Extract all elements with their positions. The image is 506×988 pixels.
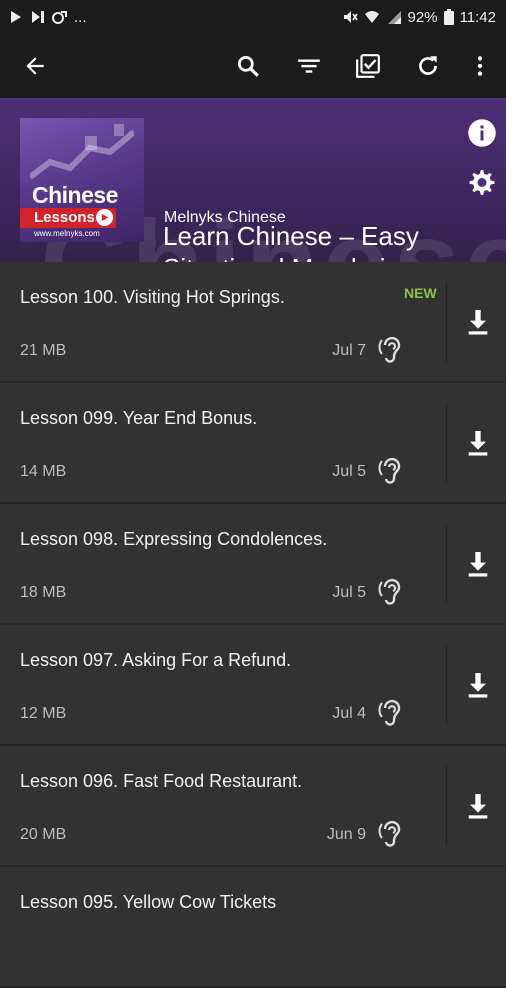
- filter-list-icon: [298, 59, 320, 73]
- cover-subtitle-text: Lessons: [34, 209, 95, 226]
- hearing-icon: [378, 457, 401, 484]
- episode-date: Jun 9: [326, 826, 366, 843]
- cover-title-text: Chinese: [32, 182, 118, 208]
- podcast-notification-icon: [52, 11, 67, 24]
- episode-date: Jul 7: [332, 342, 366, 359]
- info-icon[interactable]: [467, 118, 497, 148]
- play-notification-icon: [11, 11, 21, 23]
- episode-title: Lesson 095. Yellow Cow Tickets: [20, 892, 277, 912]
- more-notifications-text: ...: [74, 8, 87, 26]
- battery-percent: 92%: [407, 8, 438, 26]
- great-wall-illustration: [30, 124, 134, 180]
- episode-row[interactable]: Lesson 098. Expressing Condolences. 18 M…: [0, 504, 506, 625]
- episode-title: Lesson 100. Visiting Hot Springs.: [20, 287, 285, 307]
- search-icon: [237, 55, 259, 77]
- search-button[interactable]: [224, 34, 272, 98]
- episode-row[interactable]: Lesson 099. Year End Bonus. 14 MB Jul 5: [0, 383, 506, 504]
- episode-size: 21 MB: [20, 342, 67, 359]
- download-icon[interactable]: [462, 548, 494, 580]
- episode-row[interactable]: Lesson 095. Yellow Cow Tickets: [0, 867, 506, 988]
- clock: 11:42: [459, 8, 496, 26]
- download-icon[interactable]: [462, 669, 494, 701]
- podcast-title-line2: Situational Mandarin ...: [163, 252, 441, 262]
- mute-icon: [343, 11, 358, 23]
- battery-icon: [443, 9, 454, 25]
- episode-title: Lesson 097. Asking For a Refund.: [20, 650, 292, 670]
- cover-url-text: www.melnyks.com: [34, 229, 100, 238]
- hearing-icon: [378, 699, 401, 726]
- checkbox-multiple-icon: [356, 54, 380, 78]
- episode-row[interactable]: Lesson 096. Fast Food Restaurant. 20 MB …: [0, 746, 506, 867]
- new-badge: NEW: [404, 285, 437, 301]
- signal-icon: [387, 11, 401, 24]
- episode-size: 20 MB: [20, 826, 67, 843]
- hearing-icon: [378, 820, 401, 847]
- hearing-icon: [378, 336, 401, 363]
- filter-button[interactable]: [285, 34, 333, 98]
- status-notifications: ...: [8, 9, 87, 26]
- more-vert-icon: [477, 56, 483, 76]
- podcast-header: Chinese Chinese Lessons www.melnyks.com …: [0, 98, 506, 262]
- cover-play-icon: [96, 209, 113, 226]
- podcast-cover-art: Chinese Lessons www.melnyks.com: [20, 118, 144, 242]
- row-divider: [446, 766, 447, 846]
- hearing-icon: [378, 578, 401, 605]
- episode-row[interactable]: Lesson 097. Asking For a Refund. 12 MB J…: [0, 625, 506, 746]
- episode-title: Lesson 099. Year End Bonus.: [20, 408, 258, 428]
- media-notification-icon: [32, 11, 44, 23]
- download-icon[interactable]: [462, 306, 494, 338]
- episode-row[interactable]: Lesson 100. Visiting Hot Springs. NEW 21…: [0, 262, 506, 383]
- download-icon[interactable]: [462, 790, 494, 822]
- status-system: 92% 11:42: [342, 9, 496, 26]
- row-divider: [446, 403, 447, 483]
- arrow-back-icon: [26, 57, 44, 75]
- row-divider: [446, 282, 447, 362]
- refresh-icon: [419, 56, 437, 75]
- episode-title: Lesson 098. Expressing Condolences.: [20, 529, 328, 549]
- episode-size: 12 MB: [20, 705, 67, 722]
- settings-gear-icon[interactable]: [467, 167, 497, 197]
- row-divider: [446, 524, 447, 604]
- refresh-button[interactable]: [404, 34, 452, 98]
- episode-date: Jul 5: [332, 463, 366, 480]
- episode-title: Lesson 096. Fast Food Restaurant.: [20, 771, 303, 791]
- status-bar: ... 92% 11:42: [0, 0, 506, 34]
- episode-size: 14 MB: [20, 463, 67, 480]
- overflow-menu-button[interactable]: [456, 34, 504, 98]
- download-icon[interactable]: [462, 427, 494, 459]
- select-episodes-button[interactable]: [344, 34, 392, 98]
- episode-list: Lesson 100. Visiting Hot Springs. NEW 21…: [0, 262, 506, 988]
- episode-date: Jul 5: [332, 584, 366, 601]
- row-divider: [446, 645, 447, 725]
- back-button[interactable]: [11, 34, 59, 98]
- app-toolbar: [0, 34, 506, 98]
- wifi-icon: [364, 11, 379, 23]
- episode-date: Jul 4: [332, 705, 366, 722]
- podcast-author: Melnyks Chinese: [164, 209, 286, 226]
- episode-size: 18 MB: [20, 584, 67, 601]
